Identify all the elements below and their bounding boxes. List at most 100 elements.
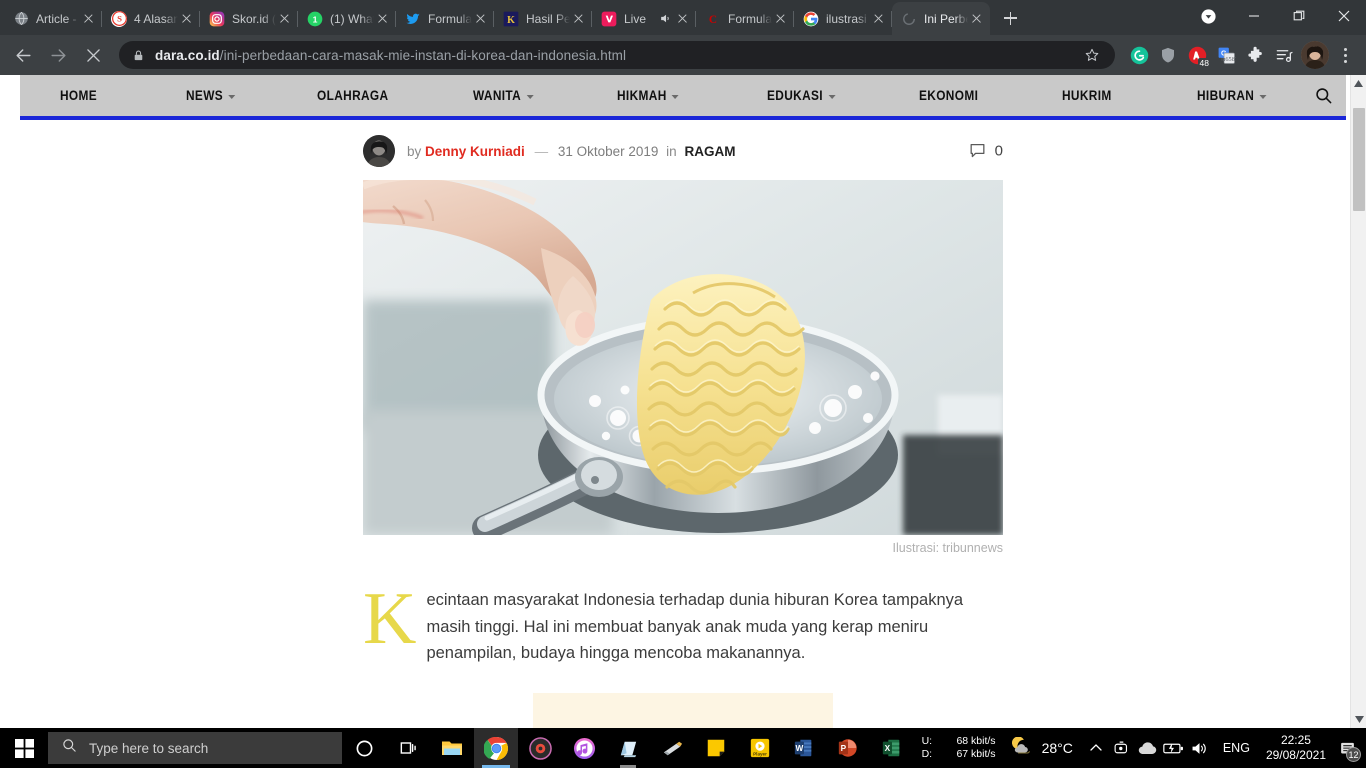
tab-audio-icon[interactable] xyxy=(659,12,672,25)
chrome-update-icon[interactable] xyxy=(1186,0,1231,32)
network-speed-meter[interactable]: U: 68 kbit/s D: 67 kbit/s xyxy=(916,735,1002,761)
tab-close-icon[interactable] xyxy=(870,11,886,27)
grammarly-icon[interactable] xyxy=(1125,41,1153,69)
puzzle-extensions-icon[interactable] xyxy=(1241,41,1269,69)
browser-tab[interactable]: K Hasil Per xyxy=(494,2,592,35)
tab-close-icon[interactable] xyxy=(570,11,586,27)
gom-player-icon[interactable]: Player xyxy=(738,728,782,768)
notepad-icon[interactable] xyxy=(606,728,650,768)
svg-text:1: 1 xyxy=(313,14,318,24)
new-tab-button[interactable] xyxy=(996,4,1024,32)
category-link[interactable]: RAGAM xyxy=(684,144,735,159)
tab-close-icon[interactable] xyxy=(968,11,984,27)
nav-item-wanita[interactable]: WANITA xyxy=(473,88,534,103)
browser-tab[interactable]: C Formula xyxy=(696,2,794,35)
maximize-button[interactable] xyxy=(1276,0,1321,32)
star-icon[interactable] xyxy=(1079,42,1105,68)
profile-avatar[interactable] xyxy=(1301,41,1329,69)
loading-icon xyxy=(901,11,917,27)
tab-close-icon[interactable] xyxy=(178,11,194,27)
snipping-tool-icon[interactable] xyxy=(650,728,694,768)
weather-widget[interactable]: 28°C xyxy=(1002,735,1083,760)
google-translate-icon[interactable]: G\u6587 xyxy=(1212,41,1240,69)
shield-adblock-icon[interactable] xyxy=(1154,41,1182,69)
comment-count-link[interactable]: 0 xyxy=(968,142,1003,161)
window-controls xyxy=(1186,0,1366,35)
battery-charging-icon[interactable] xyxy=(1161,728,1187,768)
forward-button[interactable] xyxy=(43,40,73,70)
svg-text:W: W xyxy=(796,744,804,753)
nav-label: WANITA xyxy=(473,88,522,103)
tab-title: Formula xyxy=(428,11,472,26)
author-avatar xyxy=(363,135,395,167)
microsoft-excel-icon[interactable]: X xyxy=(870,728,914,768)
browser-tab[interactable]: Live xyxy=(592,2,696,35)
google-chrome-icon[interactable] xyxy=(474,728,518,768)
stop-loading-button[interactable] xyxy=(78,40,108,70)
task-view-icon[interactable] xyxy=(386,728,430,768)
browser-tab[interactable]: ilustrasi xyxy=(794,2,892,35)
browser-tab[interactable]: Formula xyxy=(396,2,494,35)
microsoft-powerpoint-icon[interactable]: P xyxy=(826,728,870,768)
media-player-icon[interactable] xyxy=(518,728,562,768)
author-name-link[interactable]: Denny Kurniadi xyxy=(425,144,525,159)
upload-label: U: xyxy=(921,735,933,747)
page-viewport: HOME NEWS OLAHRAGA WANITA HIKMAH EDUKASI… xyxy=(0,75,1366,728)
search-input[interactable]: Type here to search xyxy=(48,732,342,764)
search-icon[interactable] xyxy=(1314,86,1333,105)
adblock-icon[interactable]: 48 xyxy=(1183,41,1211,69)
clock-widget[interactable]: 22:25 29/08/2021 xyxy=(1260,733,1332,763)
suara-red-icon: S xyxy=(111,10,127,27)
minimize-button[interactable] xyxy=(1231,0,1276,32)
show-hidden-icons-icon[interactable] xyxy=(1083,728,1109,768)
tab-title: Formula xyxy=(728,11,772,26)
nav-item-news[interactable]: NEWS xyxy=(186,88,236,103)
nav-item-hukrim[interactable]: HUKRIM xyxy=(1062,88,1112,103)
cortana-circle-icon[interactable] xyxy=(342,728,386,768)
back-button[interactable] xyxy=(8,40,38,70)
svg-text:Player: Player xyxy=(753,751,767,756)
action-center-icon[interactable]: 12 xyxy=(1332,728,1362,768)
volume-icon[interactable] xyxy=(1187,728,1213,768)
onedrive-cloud-icon[interactable] xyxy=(1135,728,1161,768)
nav-item-hiburan[interactable]: HIBURAN xyxy=(1197,88,1267,103)
browser-tab[interactable]: Article - xyxy=(4,2,102,35)
chevron-down-icon xyxy=(1259,94,1267,99)
tab-close-icon[interactable] xyxy=(276,11,292,27)
language-indicator[interactable]: ENG xyxy=(1213,741,1260,755)
windows-start-icon[interactable] xyxy=(0,728,48,768)
scrollbar-thumb[interactable] xyxy=(1353,108,1365,211)
tab-close-icon[interactable] xyxy=(472,11,488,27)
nav-item-ekonomi[interactable]: EKONOMI xyxy=(919,88,978,103)
microsoft-word-icon[interactable]: W xyxy=(782,728,826,768)
browser-tab[interactable]: 1 (1) What xyxy=(298,2,396,35)
browser-tab[interactable]: Skor.id ( xyxy=(200,2,298,35)
close-button[interactable] xyxy=(1321,0,1366,32)
three-dot-menu-icon[interactable] xyxy=(1332,41,1358,69)
byline-separator: — xyxy=(534,143,549,159)
comment-bubble-icon xyxy=(970,144,985,158)
nav-item-home[interactable]: HOME xyxy=(60,88,97,103)
tab-close-icon[interactable] xyxy=(374,11,390,27)
download-label: D: xyxy=(921,748,933,760)
scroll-up-arrow[interactable] xyxy=(1351,75,1366,92)
nav-item-edukasi[interactable]: EDUKASI xyxy=(767,88,836,103)
browser-tab[interactable]: S 4 Alasan xyxy=(102,2,200,35)
nav-item-olahraga[interactable]: OLAHRAGA xyxy=(317,88,388,103)
file-explorer-icon[interactable] xyxy=(430,728,474,768)
tab-close-icon[interactable] xyxy=(674,11,690,27)
browser-tab-active[interactable]: Ini Perbe xyxy=(892,2,990,35)
webcam-icon[interactable] xyxy=(1109,728,1135,768)
sticky-notes-icon[interactable] xyxy=(694,728,738,768)
itunes-icon[interactable] xyxy=(562,728,606,768)
scroll-down-arrow[interactable] xyxy=(1351,711,1366,728)
system-tray: U: 68 kbit/s D: 67 kbit/s 28°C ENG 22:25 2 xyxy=(916,728,1366,768)
tab-close-icon[interactable] xyxy=(80,11,96,27)
reading-list-icon[interactable] xyxy=(1270,41,1298,69)
nav-item-hikmah[interactable]: HIKMAH xyxy=(617,88,680,103)
address-bar[interactable]: dara.co.id/ini-perbedaan-cara-masak-mie-… xyxy=(119,41,1115,69)
globe-gray-icon xyxy=(13,11,29,27)
page-scrollbar[interactable] xyxy=(1350,75,1366,728)
tab-close-icon[interactable] xyxy=(772,11,788,27)
svg-text:\u6587: \u6587 xyxy=(1220,56,1236,63)
